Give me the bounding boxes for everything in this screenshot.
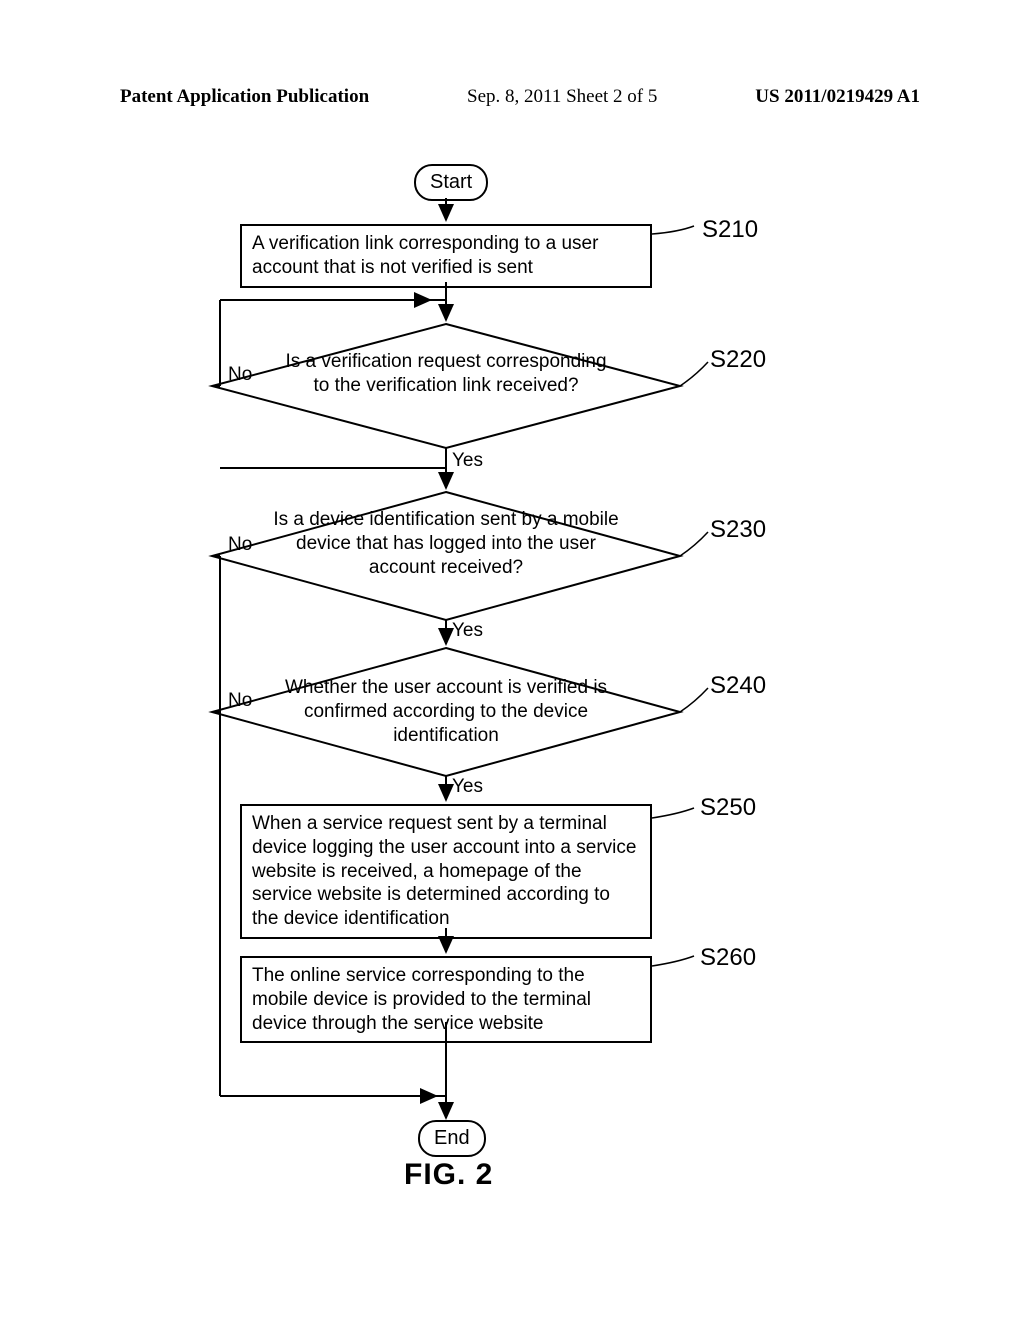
header-right: US 2011/0219429 A1 — [755, 86, 920, 108]
process-S260: The online service corresponding to the … — [240, 956, 652, 1043]
decision-text: Is a device identification sent by a mob… — [273, 509, 618, 578]
start-label: Start — [430, 171, 472, 193]
process-text: The online service corresponding to the … — [252, 965, 591, 1034]
step-label-S210: S210 — [702, 216, 758, 244]
branch-no-S220: No — [228, 364, 252, 386]
header-left: Patent Application Publication — [120, 86, 369, 108]
step-label-S220: S220 — [710, 346, 766, 374]
decision-text: Whether the user account is verified is … — [285, 677, 607, 746]
end-label: End — [434, 1127, 470, 1149]
branch-yes-S220: Yes — [452, 450, 483, 472]
figure-label: FIG. 2 — [404, 1158, 493, 1192]
step-label-S240: S240 — [710, 672, 766, 700]
branch-no-S230: No — [228, 534, 252, 556]
process-S210: A verification link corresponding to a u… — [240, 224, 652, 288]
step-label-S230: S230 — [710, 516, 766, 544]
decision-S230: Is a device identification sent by a mob… — [270, 508, 622, 579]
decision-text: Is a verification request corresponding … — [285, 351, 606, 396]
header-center: Sep. 8, 2011 Sheet 2 of 5 — [467, 86, 657, 108]
branch-yes-S240: Yes — [452, 776, 483, 798]
start-node: Start — [414, 164, 488, 201]
branch-yes-S230: Yes — [452, 620, 483, 642]
process-S250: When a service request sent by a termina… — [240, 804, 652, 939]
step-label-S260: S260 — [700, 944, 756, 972]
page-header: Patent Application Publication Sep. 8, 2… — [120, 86, 920, 108]
decision-S220: Is a verification request corresponding … — [280, 350, 612, 398]
step-label-S250: S250 — [700, 794, 756, 822]
branch-no-S240: No — [228, 690, 252, 712]
process-text: When a service request sent by a termina… — [252, 813, 636, 929]
end-node: End — [418, 1120, 486, 1157]
process-text: A verification link corresponding to a u… — [252, 233, 598, 278]
flowchart-figure: Start A verification link corresponding … — [120, 158, 904, 1192]
decision-S240: Whether the user account is verified is … — [276, 676, 616, 747]
